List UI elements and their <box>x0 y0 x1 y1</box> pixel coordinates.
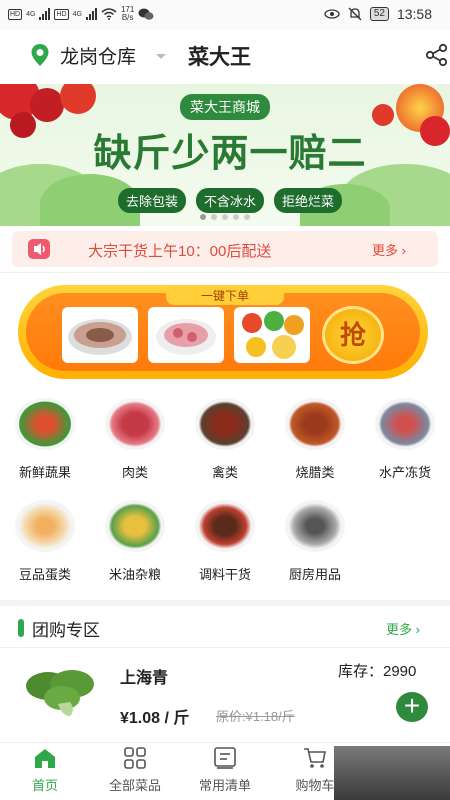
category-vegetables-fruit[interactable]: 新鲜蔬果 <box>7 398 83 481</box>
category-rice-oil[interactable]: 米油杂粮 <box>97 500 173 583</box>
notice-text: 大宗干货上午10：00后配送 <box>88 243 272 260</box>
hd-badge: HD <box>8 8 23 20</box>
seasoning-icon <box>195 500 255 552</box>
product-name[interactable]: 上海青 <box>120 664 168 688</box>
category-label: 厨房用品 <box>288 567 341 582</box>
group-buy-more-label: 更多 <box>386 622 413 637</box>
category-label: 烧腊类 <box>295 465 335 480</box>
category-seasoning[interactable]: 调料干货 <box>187 500 263 583</box>
dish-image-2[interactable] <box>148 307 224 363</box>
grab-button[interactable]: 抢 <box>322 306 384 364</box>
mute-bell-icon <box>348 7 362 21</box>
notice-more-link[interactable]: 更多 › <box>372 240 406 259</box>
category-label: 调料干货 <box>198 567 251 582</box>
fruit-decoration <box>60 84 96 114</box>
category-label: 肉类 <box>121 465 148 480</box>
vegetables-fruit-icon <box>15 398 75 450</box>
hd-badge-2: HD <box>54 8 69 20</box>
network-type-2: 4G <box>72 10 82 18</box>
product-price: ¥1.08 / 斤 <box>120 710 190 727</box>
signal-icon <box>39 8 51 20</box>
category-poultry[interactable]: 禽类 <box>187 398 263 481</box>
category-label: 米油杂粮 <box>108 567 161 582</box>
net-speed: 171 B/s <box>121 6 134 22</box>
home-icon <box>35 749 55 768</box>
add-to-cart-button[interactable]: + <box>396 692 428 722</box>
poultry-icon <box>195 398 255 450</box>
battery-indicator: 52 <box>369 7 389 21</box>
section-accent <box>18 619 24 637</box>
category-label: 禽类 <box>211 465 238 480</box>
network-type: 4G <box>26 10 36 18</box>
app-header: 龙岗仓库 菜大王 <box>0 30 450 82</box>
rice-oil-icon <box>105 500 165 552</box>
egg-icon <box>15 500 75 552</box>
net-speed-unit: B/s <box>121 13 134 22</box>
fruit-decoration <box>30 88 64 122</box>
category-label: 新鲜蔬果 <box>18 465 71 480</box>
banner-tag: 去除包装 <box>118 188 187 213</box>
roast-meat-icon <box>285 398 345 450</box>
dish-image-1[interactable] <box>62 307 138 363</box>
dish-image-3[interactable] <box>234 307 310 363</box>
chevron-down-icon[interactable] <box>156 54 166 59</box>
fruit-decoration <box>420 116 450 146</box>
wechat-icon <box>138 8 154 20</box>
share-icon[interactable] <box>425 43 449 67</box>
notice-more-label: 更多 <box>372 243 399 258</box>
clock: 13:58 <box>396 6 432 22</box>
speaker-icon <box>28 239 50 259</box>
tab-home[interactable]: 首页 <box>0 747 90 794</box>
product-image[interactable] <box>18 660 106 718</box>
notice-bar[interactable]: 大宗干货上午10：00后配送 更多 › <box>12 231 438 267</box>
banner-tags: 去除包装 不含冰水 拒绝烂菜 <box>118 188 343 213</box>
tab-label: 首页 <box>31 778 58 793</box>
promo-banner[interactable]: 菜大王商城 缺斤少两一赔二 去除包装 不含冰水 拒绝烂菜 <box>0 84 450 226</box>
category-eggs[interactable]: 豆品蛋类 <box>7 500 83 583</box>
banner-tag: 不含冰水 <box>196 188 265 213</box>
grid-icon <box>124 747 146 769</box>
group-buy-more-link[interactable]: 更多 › <box>386 619 420 638</box>
fruit-decoration <box>10 112 36 138</box>
section-divider <box>0 600 450 606</box>
category-label: 水产冻货 <box>378 465 431 480</box>
chevron-right-icon: › <box>415 622 420 637</box>
eye-icon <box>324 9 340 19</box>
divider <box>0 272 450 273</box>
product-stock: 库存：2990 <box>338 663 417 680</box>
banner-slogan: 缺斤少两一赔二 <box>93 133 367 175</box>
signal-icon-2 <box>85 8 97 20</box>
shop-title: 菜大王 <box>188 46 251 69</box>
meat-icon <box>105 398 165 450</box>
carousel-dots[interactable] <box>200 214 250 220</box>
list-icon <box>214 747 236 769</box>
group-buy-title: 团购专区 <box>32 621 100 640</box>
location-pin-icon[interactable] <box>30 43 50 67</box>
category-label: 豆品蛋类 <box>18 567 71 582</box>
banner-badge: 菜大王商城 <box>180 94 270 120</box>
status-bar: HD 4G HD 4G 171 B/s 52 13:58 <box>0 0 450 30</box>
chevron-right-icon: › <box>401 243 406 258</box>
divider <box>0 647 450 648</box>
banner-tag: 拒绝烂菜 <box>274 188 343 213</box>
product-original-price: 原价:¥1.18/斤 <box>216 709 295 724</box>
tab-all-dishes[interactable]: 全部菜品 <box>90 747 180 794</box>
status-right: 52 13:58 <box>324 6 432 22</box>
category-meat[interactable]: 肉类 <box>97 398 173 481</box>
tab-common-list[interactable]: 常用清单 <box>180 747 270 794</box>
category-roast-meat[interactable]: 烧腊类 <box>277 398 353 481</box>
cart-icon <box>304 748 326 768</box>
location-selector[interactable]: 龙岗仓库 <box>60 42 136 69</box>
tab-label: 全部菜品 <box>108 778 161 793</box>
category-seafood[interactable]: 水产冻货 <box>367 398 443 481</box>
wifi-icon <box>101 8 117 20</box>
floating-overlay <box>334 746 450 800</box>
category-kitchen[interactable]: 厨房用品 <box>277 500 353 583</box>
quick-order-label: 一键下单 <box>166 287 284 305</box>
status-left: HD 4G HD 4G 171 B/s <box>8 6 154 22</box>
tab-label: 常用清单 <box>198 778 251 793</box>
kitchen-icon <box>285 500 345 552</box>
seafood-icon <box>375 398 435 450</box>
